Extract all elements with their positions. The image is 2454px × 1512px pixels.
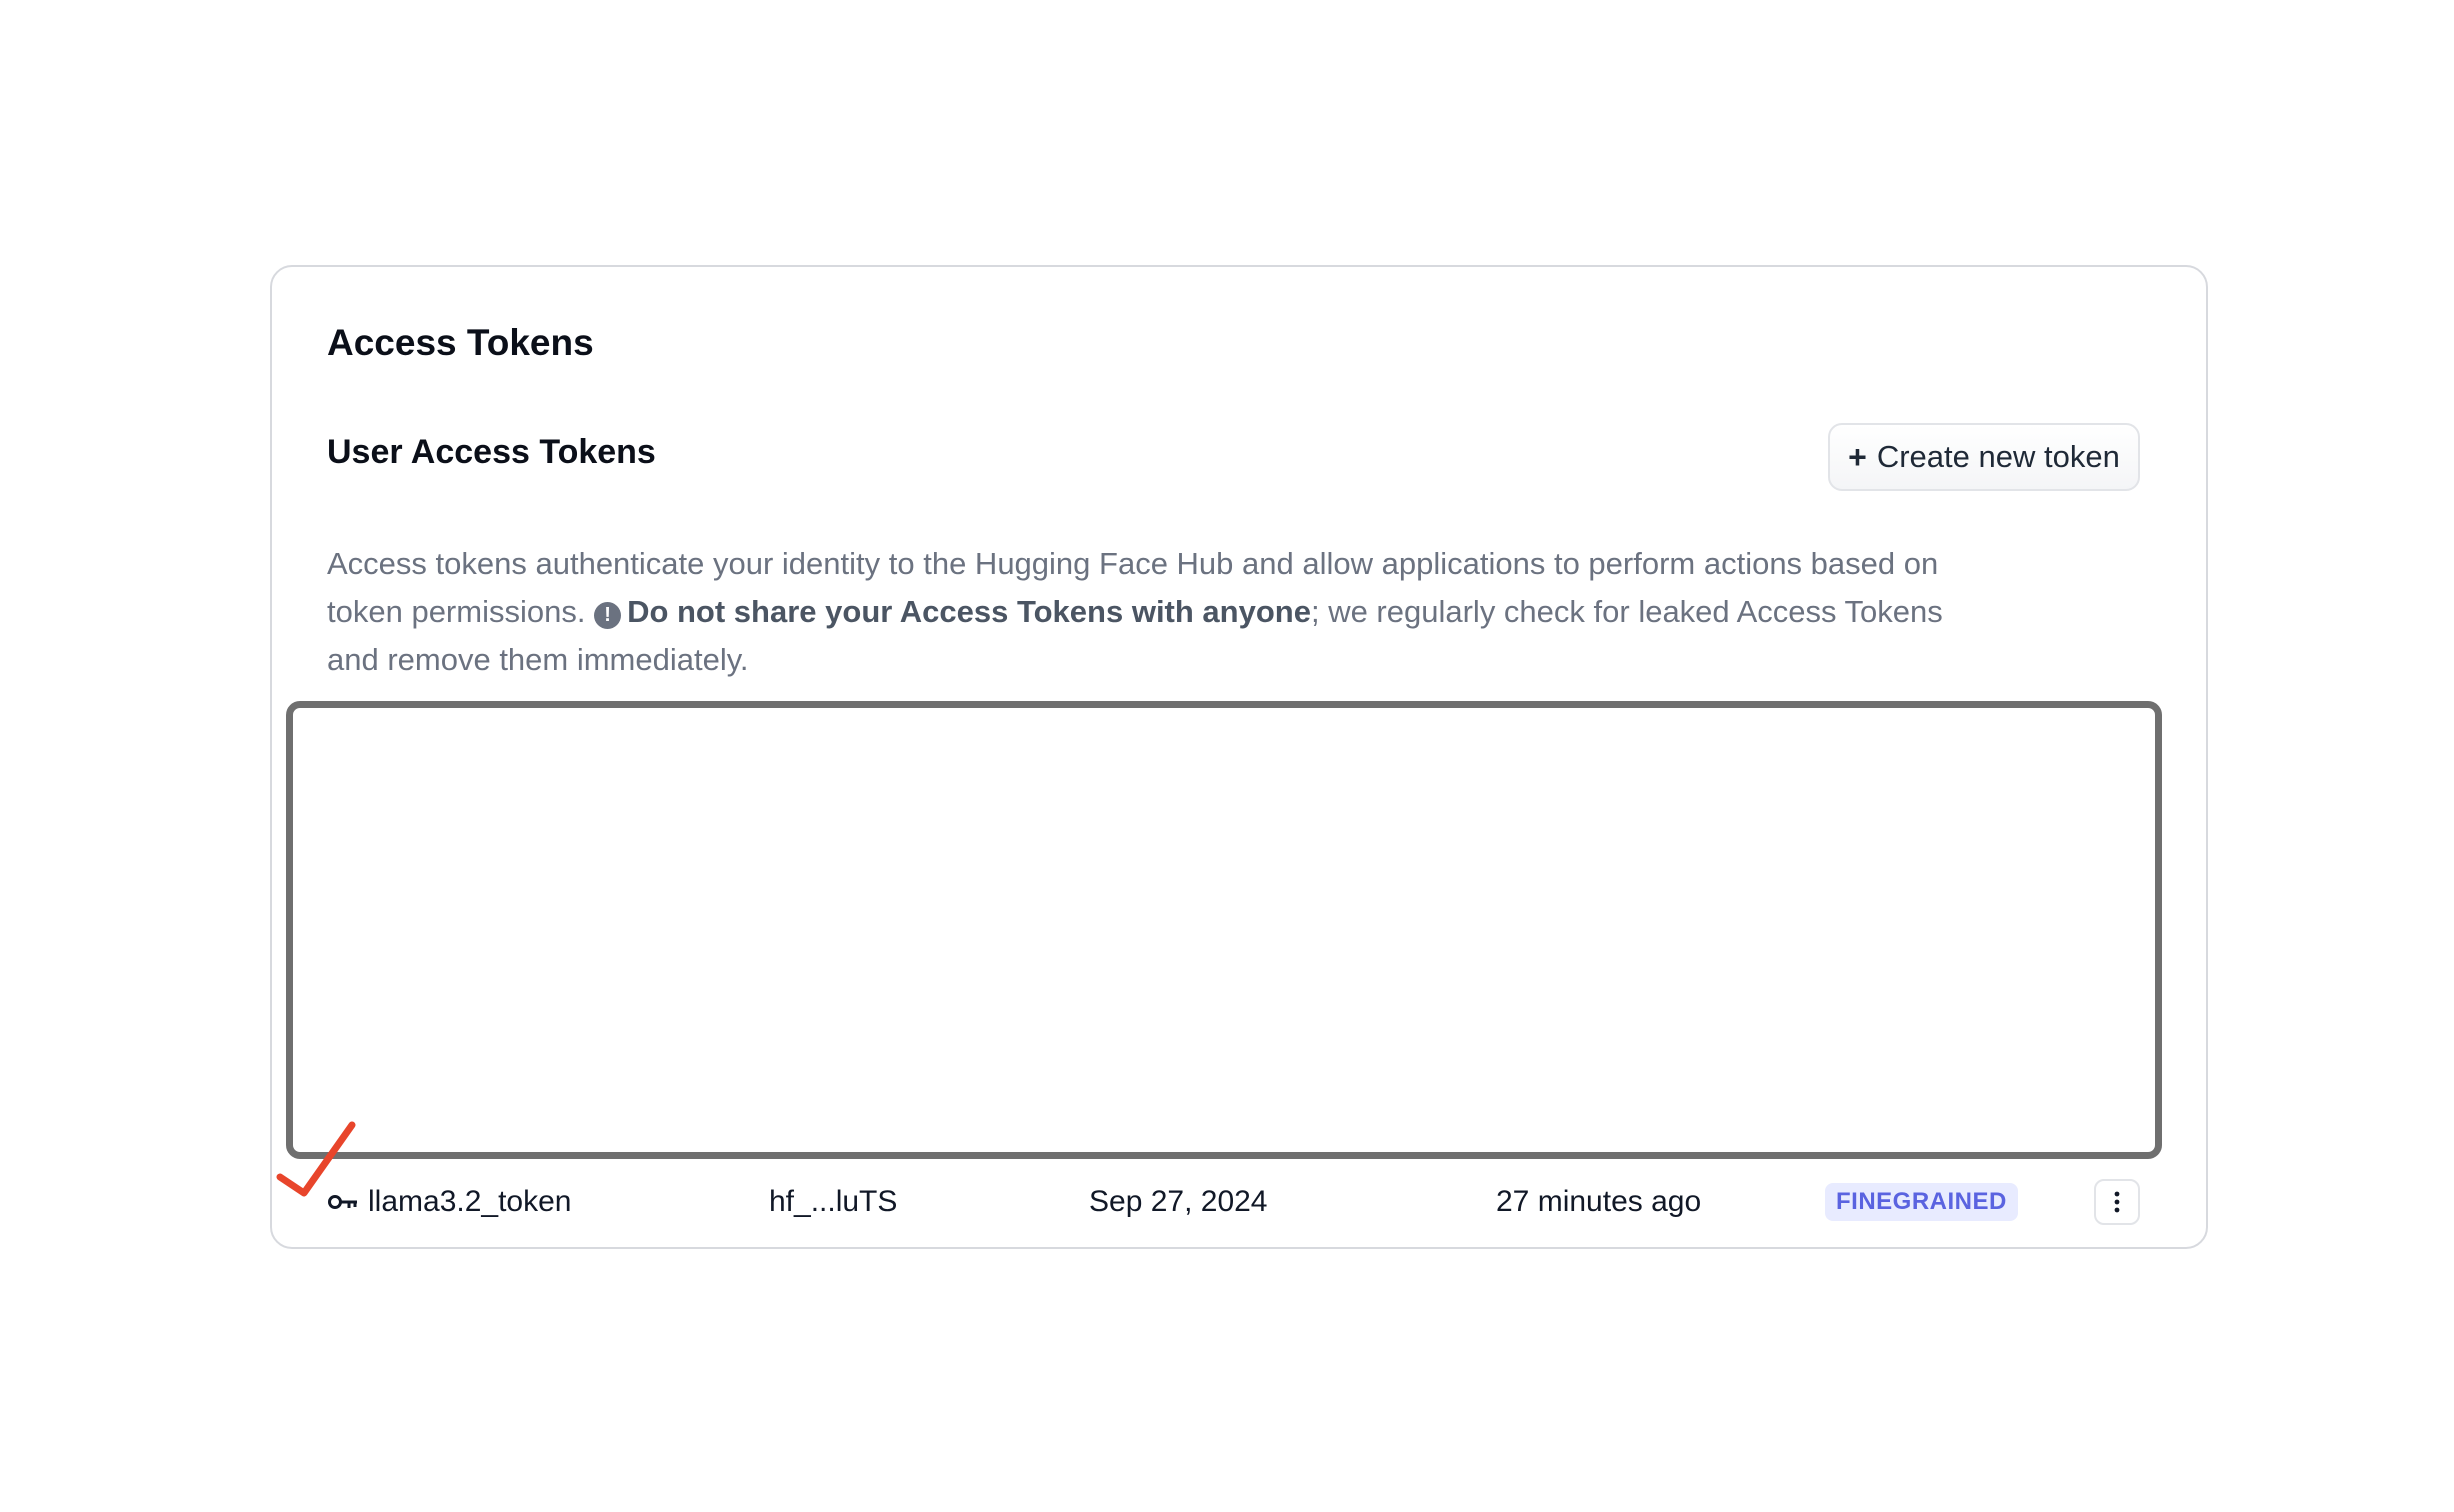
create-new-token-button[interactable]: + Create new token (1828, 423, 2140, 491)
exclamation-circle-icon: ! (594, 602, 622, 629)
warning-text-2: Access Tokens (899, 594, 1124, 629)
warning-text-3: with anyone (1123, 594, 1311, 629)
page-title: Access Tokens (327, 322, 594, 363)
access-tokens-card: Access Tokens User Access Tokens + Creat… (270, 265, 2208, 1249)
warning-text-1: Do not share your (627, 594, 900, 629)
warning-text: Do not share your Access Tokens with any… (627, 594, 1311, 629)
section-title: User Access Tokens (327, 433, 656, 471)
plus-icon: + (1848, 439, 1867, 475)
redacted-highlight-box (286, 701, 2162, 1159)
token-type-badge: FINEGRAINED (1825, 1183, 2018, 1221)
create-new-token-label: Create new token (1876, 439, 2120, 474)
token-options-button[interactable] (2094, 1179, 2140, 1225)
more-vertical-icon (2114, 1191, 2120, 1213)
token-row: llama3.2_token hf_...luTS Sep 27, 2024 2… (272, 1167, 2206, 1237)
token-created-date: Sep 27, 2024 (1089, 1185, 1268, 1218)
tokens-description: Access tokens authenticate your identity… (327, 540, 1967, 684)
token-last-used: 27 minutes ago (1496, 1185, 1702, 1218)
token-value: hf_...luTS (769, 1185, 898, 1218)
token-name: llama3.2_token (368, 1185, 572, 1218)
key-icon (328, 1195, 357, 1209)
